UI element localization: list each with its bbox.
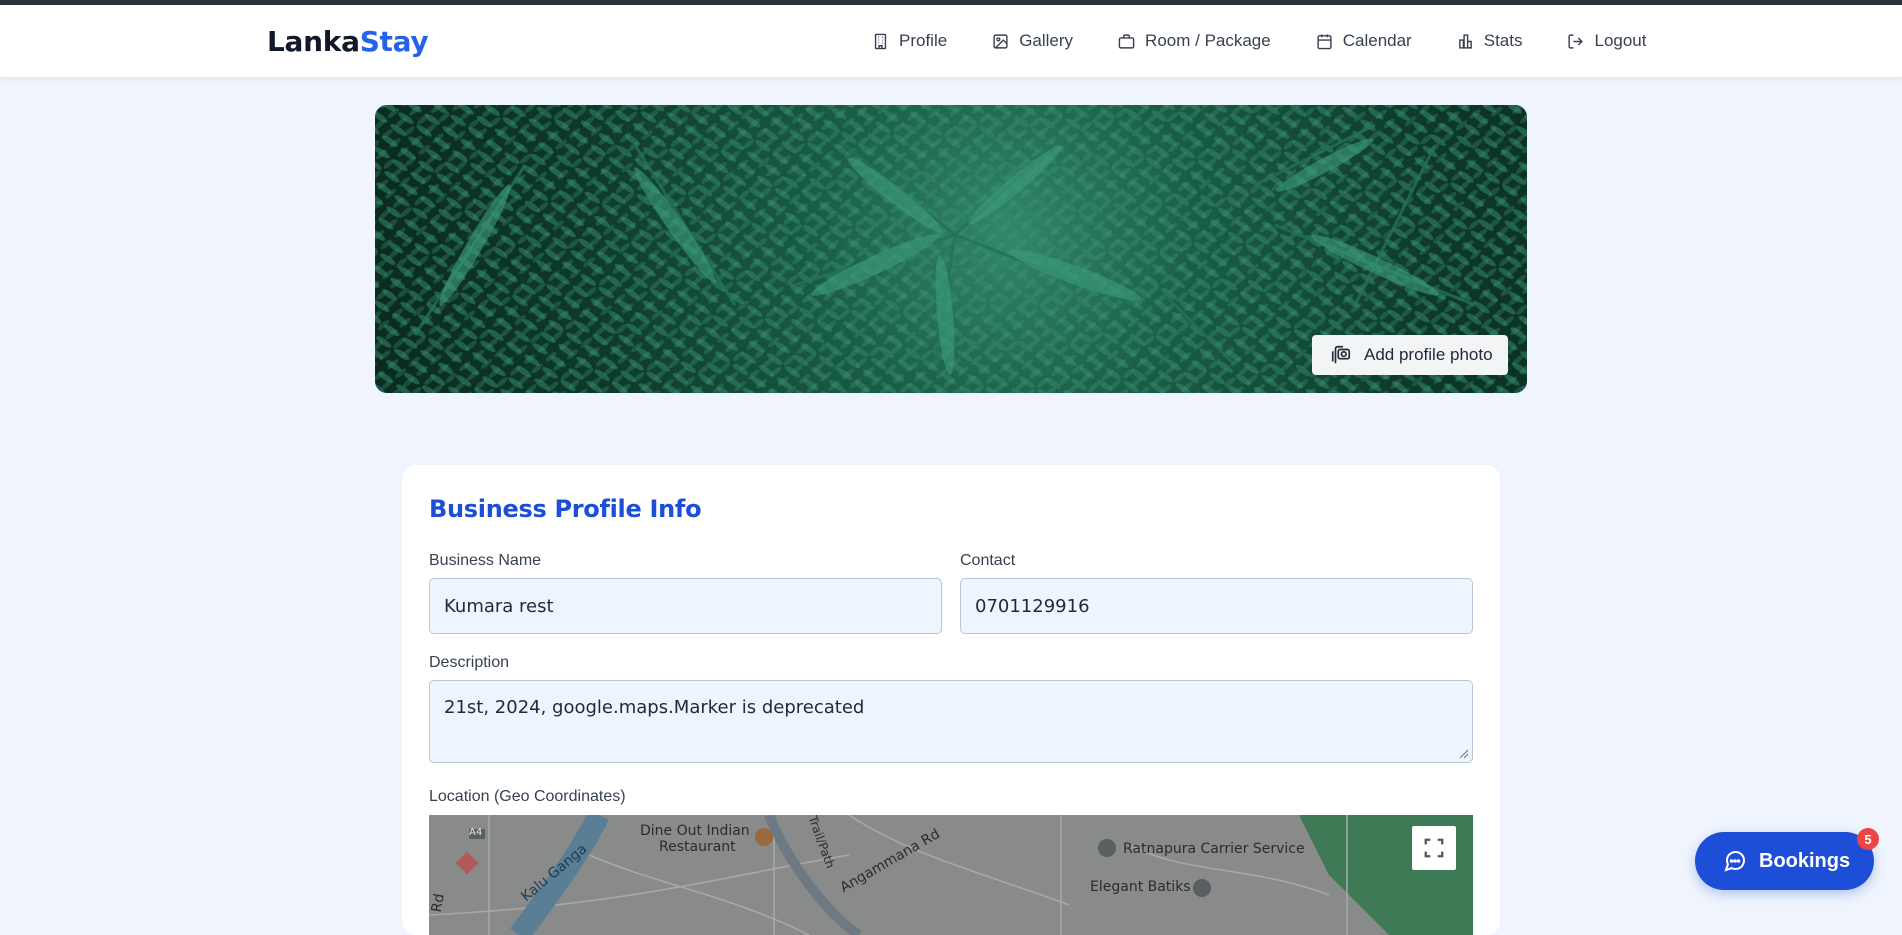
calendar-icon (1317, 33, 1332, 49)
nav-stats[interactable]: Stats (1457, 31, 1523, 51)
resize-grip-icon[interactable] (1459, 749, 1469, 759)
top-navbar: LankaStay Profile Gallery Room / Package… (0, 5, 1902, 77)
contact-input[interactable]: 0701129916 (960, 578, 1473, 634)
bookings-label: Bookings (1759, 849, 1851, 872)
map-restaurant-line1: Dine Out Indian (640, 823, 750, 839)
add-profile-photo-label: Add profile photo (1364, 345, 1493, 364)
logout-icon (1568, 33, 1584, 49)
map-rd-label: Rd (429, 892, 448, 914)
location-label: Location (Geo Coordinates) (429, 788, 626, 805)
bookings-button[interactable]: Bookings (1695, 832, 1874, 890)
chat-bubble-icon (1724, 850, 1746, 872)
nav-logout-label: Logout (1594, 31, 1647, 50)
map-road-a4: A4 (469, 827, 483, 838)
map-restaurant-line2: Restaurant (659, 839, 736, 855)
nav-calendar-label: Calendar (1342, 31, 1412, 50)
description-label: Description (429, 654, 510, 671)
camera-icon (1331, 345, 1351, 364)
nav-logout[interactable]: Logout (1567, 31, 1646, 51)
nav-profile[interactable]: Profile (872, 31, 947, 51)
nav-room-package[interactable]: Room / Package (1118, 31, 1271, 51)
business-profile-card: Business Profile Info Business Name Kuma… (402, 465, 1500, 935)
building-icon (874, 33, 887, 49)
business-name-input[interactable]: Kumara rest (429, 578, 942, 634)
nav-stats-label: Stats (1483, 31, 1523, 50)
briefcase-icon (1118, 33, 1135, 49)
fullscreen-icon (1424, 838, 1444, 858)
description-textarea[interactable]: 21st, 2024, google.maps.Marker is deprec… (429, 680, 1473, 763)
main-nav: Profile Gallery Room / Package Calendar … (872, 5, 1646, 77)
map-tiles (429, 815, 1473, 935)
image-icon (993, 33, 1008, 49)
bar-chart-icon (1458, 33, 1472, 49)
nav-calendar[interactable]: Calendar (1316, 31, 1412, 51)
card-title: Business Profile Info (429, 495, 702, 523)
business-name-label: Business Name (429, 552, 542, 569)
contact-label: Contact (960, 552, 1016, 569)
brand-part-1: Lanka (267, 25, 360, 58)
add-profile-photo-button[interactable]: Add profile photo (1312, 335, 1508, 375)
nav-room-package-label: Room / Package (1145, 31, 1271, 50)
brand-logo[interactable]: LankaStay (267, 25, 429, 58)
cover-photo: Add profile photo (375, 105, 1527, 393)
bookings-count-badge: 5 (1857, 828, 1879, 850)
brand-part-2: Stay (359, 25, 429, 58)
nav-gallery-label: Gallery (1019, 31, 1074, 50)
map-fullscreen-button[interactable] (1412, 826, 1456, 870)
description-text: 21st, 2024, google.maps.Marker is deprec… (444, 697, 865, 718)
nav-gallery[interactable]: Gallery (992, 31, 1073, 51)
location-map[interactable]: A4 Kalu Ganga Dine Out Indian Restaurant… (429, 815, 1473, 935)
map-carrier-label: Ratnapura Carrier Service (1123, 841, 1305, 857)
nav-profile-label: Profile (899, 31, 948, 50)
map-batiks-label: Elegant Batiks (1090, 879, 1191, 895)
